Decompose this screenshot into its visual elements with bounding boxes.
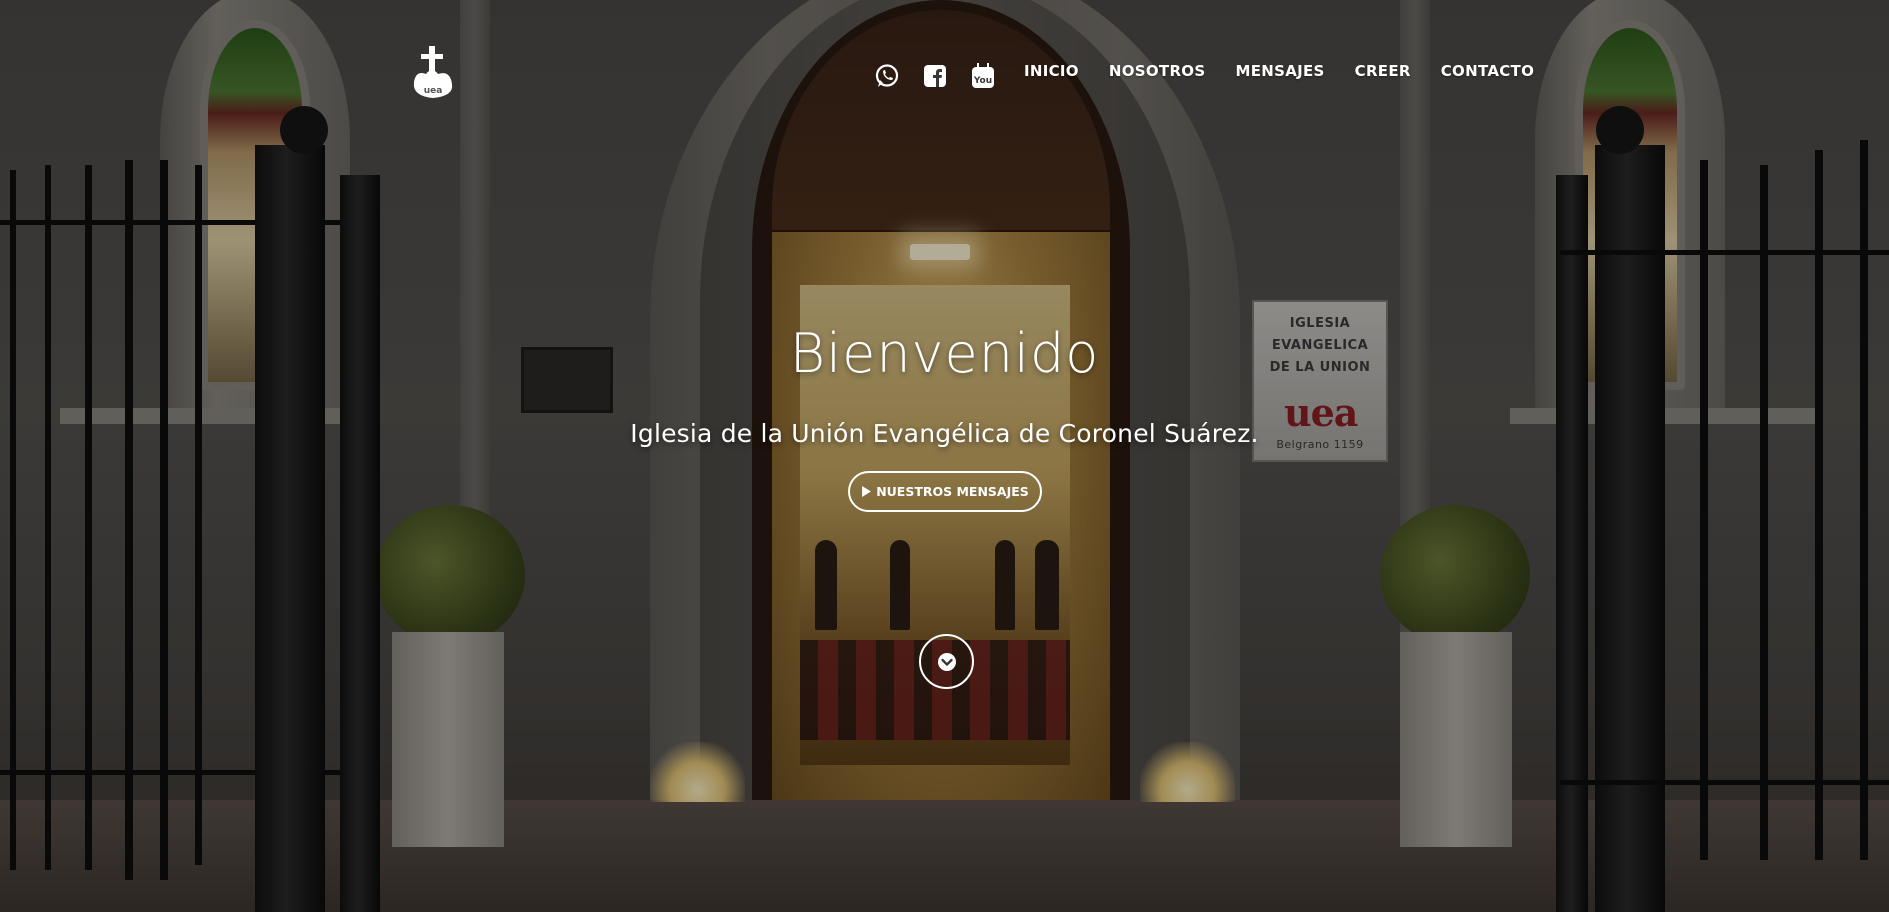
- whatsapp-icon[interactable]: [873, 62, 901, 90]
- nav-nosotros[interactable]: NOSOTROS: [1109, 62, 1206, 80]
- social-icons: You: [873, 62, 997, 90]
- nav-inicio[interactable]: INICIO: [1024, 62, 1079, 80]
- svg-text:You: You: [973, 76, 992, 86]
- nuestros-mensajes-button[interactable]: NUESTROS MENSAJES: [848, 471, 1042, 512]
- main-nav: INICIO NOSOTROS MENSAJES CREER CONTACTO: [1024, 62, 1534, 80]
- play-icon: [862, 486, 872, 497]
- site-logo[interactable]: uea: [410, 44, 456, 100]
- nav-contacto[interactable]: CONTACTO: [1441, 62, 1534, 80]
- nav-creer[interactable]: CREER: [1355, 62, 1411, 80]
- cross-uea-logo-icon: uea: [413, 46, 453, 98]
- hero-subtitle: Iglesia de la Unión Evangélica de Corone…: [630, 419, 1259, 448]
- nav-mensajes[interactable]: MENSAJES: [1235, 62, 1324, 80]
- hero-background-photo: IGLESIA EVANGELICA DE LA UNION uea Belgr…: [0, 0, 1889, 912]
- hero-title: Bienvenido: [789, 322, 1100, 385]
- cta-label: NUESTROS MENSAJES: [876, 484, 1029, 499]
- youtube-icon[interactable]: You: [969, 62, 997, 90]
- chevron-down-icon: [937, 652, 956, 671]
- facebook-icon[interactable]: [921, 62, 949, 90]
- svg-text:uea: uea: [424, 86, 443, 96]
- scroll-down-button[interactable]: [919, 634, 974, 689]
- dark-overlay: [0, 0, 1889, 912]
